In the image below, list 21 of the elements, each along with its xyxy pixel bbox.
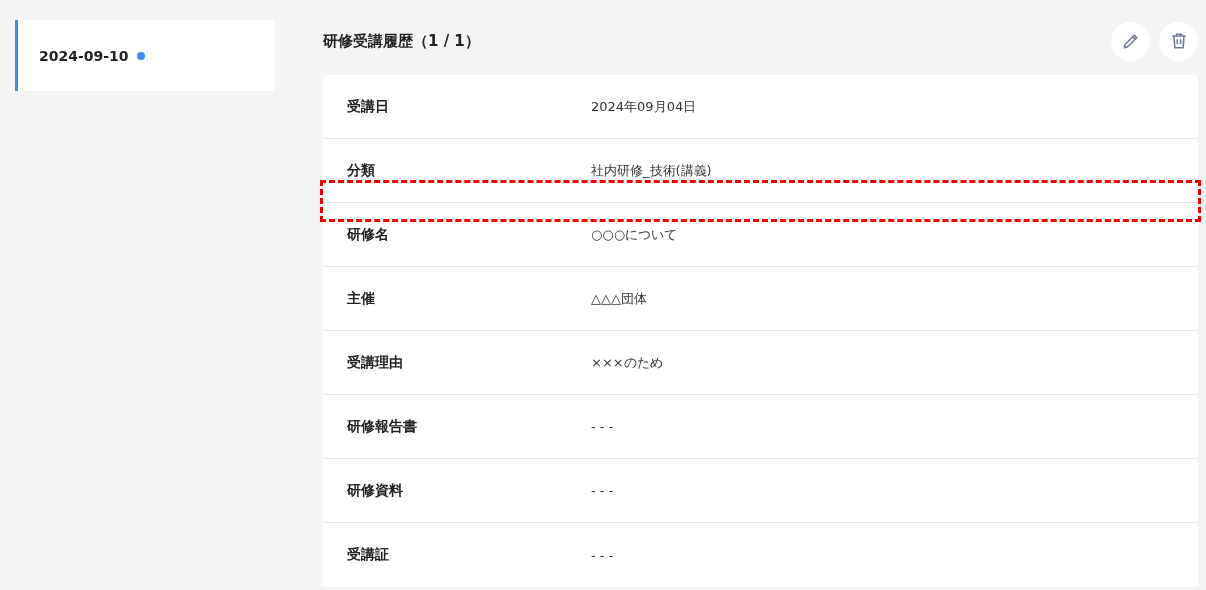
date-list-item[interactable]: 2024-09-10 bbox=[15, 20, 275, 91]
field-value: - - - bbox=[591, 483, 614, 498]
field-label: 受講証 bbox=[346, 546, 390, 564]
field-label: 受講理由 bbox=[346, 353, 404, 372]
field-label: 分類 bbox=[346, 161, 376, 180]
field-value: 2024年09月04日 bbox=[591, 97, 697, 116]
delete-button[interactable] bbox=[1159, 21, 1198, 61]
edit-button[interactable] bbox=[1111, 21, 1150, 61]
field-value: - - - bbox=[591, 419, 614, 434]
field-value: △△△団体 bbox=[591, 289, 647, 308]
field-value: 社内研修_技術(講義) bbox=[591, 161, 712, 180]
field-value: - - - bbox=[591, 547, 614, 563]
field-label: 研修資料 bbox=[346, 481, 404, 500]
field-label: 研修報告書 bbox=[346, 417, 418, 436]
field-value: ○○○について bbox=[591, 225, 678, 244]
field-label: 研修名 bbox=[346, 225, 390, 244]
date-label: 2024-09-10 bbox=[39, 47, 129, 64]
field-label: 受講日 bbox=[346, 97, 390, 116]
field-value: ×××のため bbox=[591, 353, 663, 372]
field-label: 主催 bbox=[346, 289, 376, 308]
section-title: 研修受講履歴（1 / 1） bbox=[323, 31, 480, 51]
